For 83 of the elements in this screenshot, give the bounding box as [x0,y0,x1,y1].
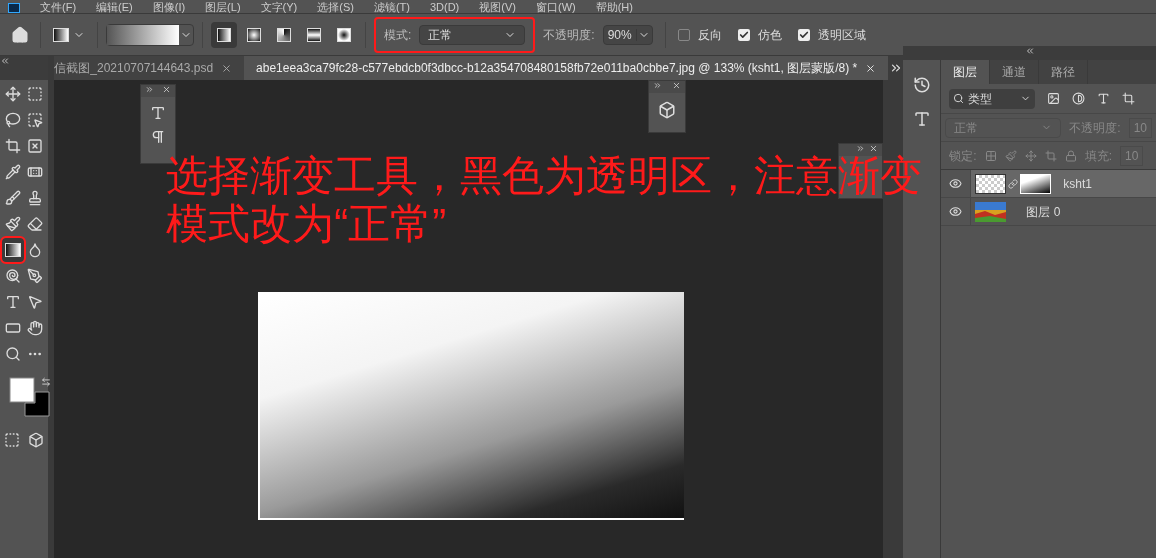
adjustment-filter-icon[interactable] [1072,92,1086,105]
visibility-icon[interactable] [949,205,963,218]
frame-icon [26,138,43,154]
layer-name: ksht1 [1063,175,1092,193]
app-logo-icon [8,3,20,13]
checkbox-label: 透明区域 [817,26,866,44]
document-tab[interactable]: 信截图_20210707144643.psd [54,56,245,80]
annotation-text: 选择渐变工具，黑色为透明区，注意渐变模式改为“正常” [166,152,924,248]
menu-item[interactable]: 选择(S) [317,1,354,13]
stamp-icon [26,190,43,206]
close-icon[interactable] [869,144,879,153]
close-icon[interactable] [865,62,877,74]
swap-colors-icon[interactable] [41,377,51,387]
menu-item[interactable]: 滤镜(T) [373,1,410,13]
type-icon [4,294,21,310]
lasso-icon [4,112,21,128]
gradient-type-button[interactable] [211,21,237,48]
menu-item[interactable]: 编辑(E) [96,1,133,13]
expand-icon[interactable] [856,144,866,153]
layer-row[interactable]: 图层 0 [941,198,1156,226]
menu-item[interactable]: 图层(L) [205,1,241,13]
expand-icon[interactable] [653,81,663,90]
checkbox-label: 反向 [697,26,722,44]
checkbox[interactable] [797,28,810,41]
menu-item[interactable]: 3D(D) [429,1,460,13]
dodge-icon [4,268,21,284]
mode-label: 模式: [384,26,412,44]
link-icon [1008,178,1019,189]
gradient-editor-field[interactable] [106,23,194,46]
marquee-icon [26,86,43,102]
menu-item[interactable]: 窗口(W) [535,1,576,13]
pen-icon [26,268,43,284]
hand-icon [26,320,43,336]
document-tab[interactable]: abe1eea3ca79fc28-c577ebdcb0f3dbcc-b12a354708480158fb72e011ba0cbbe7.jpg @ 133% (ksht1, 图层蒙版/8) * [244,56,889,80]
move-icon [4,86,21,102]
type-filter-icon[interactable] [1097,92,1111,105]
panel-tab[interactable]: 图层 [941,60,991,84]
menu-item[interactable]: 图像(I) [152,1,186,13]
filter-dropdown[interactable]: 类型 [949,88,1036,109]
pointer-icon [26,294,43,310]
menu-item[interactable]: 文件(F) [40,1,77,13]
menu-item[interactable]: 文字(Y) [260,1,298,13]
opacity-label: 不透明度: [543,26,595,44]
tool-button[interactable] [2,238,24,262]
layer-row[interactable]: ksht1 [941,170,1156,198]
collapse-icon[interactable] [1024,46,1035,56]
shape-filter-icon[interactable] [1122,92,1136,105]
cube-icon[interactable] [658,101,677,119]
zoom-icon [4,346,21,362]
eraser-icon [26,216,43,232]
eyedropper-icon [4,164,21,180]
check-icon [738,29,749,40]
foreground-color-swatch[interactable] [9,377,35,403]
close-icon[interactable] [162,85,172,94]
expand-icon[interactable] [145,85,155,94]
gradient-icon [4,243,21,257]
visibility-icon[interactable] [949,177,963,190]
crop-icon [4,138,21,154]
checkbox[interactable] [737,28,750,41]
bandage-icon [26,164,43,180]
collapse-icon[interactable] [0,56,10,66]
history-brush-icon [4,216,21,232]
image-filter-icon[interactable] [1047,92,1061,105]
selection-icon [26,112,43,128]
glyphs-icon[interactable] [912,110,931,128]
search-icon [953,93,965,104]
close-icon[interactable] [221,62,233,74]
quick-mask-icon[interactable] [3,432,20,448]
menu-item[interactable]: 视图(V) [479,1,516,13]
checkbox[interactable] [677,28,690,41]
brush-icon [4,190,21,206]
mode-dropdown[interactable]: 正常 [419,24,526,45]
screen-mode-icon[interactable] [27,432,44,448]
check-icon [798,29,809,40]
rectangle-icon [4,320,21,336]
menu-item[interactable]: 帮助(H) [595,1,633,13]
history-icon[interactable] [912,76,931,94]
layer-name: 图层 0 [1026,203,1061,221]
character-icon[interactable] [150,105,167,121]
close-icon[interactable] [672,81,682,90]
checkbox-label: 仿色 [757,26,782,44]
opacity-field[interactable]: 90% [602,24,653,45]
background-color-swatch[interactable] [24,391,50,417]
